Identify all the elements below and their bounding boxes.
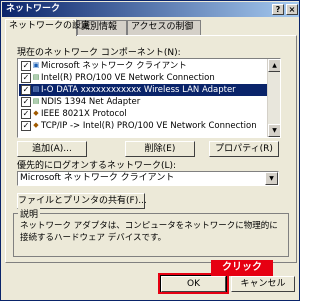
list-item[interactable]: ✓ ▤ Intel(R) PRO/100 VE Network Connecti…	[19, 72, 267, 84]
tab-network-settings[interactable]: ネットワークの設定	[5, 19, 90, 36]
scroll-up-icon[interactable]: ▲	[268, 59, 280, 72]
checkbox-icon[interactable]: ✓	[21, 109, 31, 119]
scroll-down-icon[interactable]: ▼	[268, 124, 280, 137]
tab-access-control[interactable]: アクセスの制御	[127, 20, 201, 35]
list-item-label: I-O DATA xxxxxxxxxxxx Wireless LAN Adapt…	[41, 85, 236, 95]
checkbox-icon[interactable]: ✓	[21, 61, 31, 71]
list-scrollbar[interactable]: ▲ ▼	[267, 59, 280, 137]
logon-select[interactable]: Microsoft ネットワーク クライアント ▼	[17, 171, 279, 186]
adapter-icon: ▤	[32, 97, 40, 105]
list-item[interactable]: ✓ ◆ IEEE 8021X Protocol	[19, 108, 267, 120]
checkbox-icon[interactable]: ✓	[21, 97, 31, 107]
adapter-icon: ▤	[32, 73, 40, 81]
click-callout: クリック	[211, 260, 273, 276]
list-item-label: Microsoft ネットワーク クライアント	[41, 61, 187, 71]
window-title: ネットワーク	[6, 4, 61, 14]
add-button[interactable]: 追加(A)...	[17, 141, 87, 157]
description-title: 説明	[18, 207, 41, 220]
chevron-down-icon[interactable]: ▼	[265, 172, 278, 185]
protocol-icon: ◆	[33, 109, 39, 117]
logon-label: 優先的にログオンするネットワーク(L):	[17, 161, 177, 171]
ok-highlight-frame	[158, 273, 229, 294]
close-button[interactable]: ×	[286, 4, 298, 15]
protocol-icon: ◆	[33, 121, 39, 129]
properties-button[interactable]: プロパティ(R)	[209, 141, 279, 157]
network-dialog: ネットワーク ? × ネットワークの設定 識別情報 アクセスの制御 現在のネット…	[0, 0, 300, 301]
list-item-label: NDIS 1394 Net Adapter	[41, 97, 141, 107]
components-label: 現在のネットワーク コンポーネント(N):	[17, 48, 181, 58]
list-item[interactable]: ✓ ▣ Microsoft ネットワーク クライアント	[19, 60, 267, 72]
list-item-label: TCP/IP -> Intel(R) PRO/100 VE Network Co…	[41, 121, 257, 131]
list-item-label: Intel(R) PRO/100 VE Network Connection	[41, 73, 215, 83]
help-button[interactable]: ?	[272, 4, 284, 15]
components-listbox[interactable]: ✓ ▣ Microsoft ネットワーク クライアント ✓ ▤ Intel(R)…	[17, 58, 281, 138]
cancel-button[interactable]: キャンセル	[231, 276, 295, 292]
list-item[interactable]: ✓ ◆ TCP/IP -> Intel(R) PRO/100 VE Networ…	[19, 120, 267, 132]
list-item[interactable]: ✓ ▤ NDIS 1394 Net Adapter	[19, 96, 267, 108]
description-group: 説明 ネットワーク アダプタは、コンピュータをネットワークに物理的に接続するハー…	[13, 207, 289, 257]
client-icon: ▣	[32, 61, 40, 69]
checkbox-icon[interactable]: ✓	[21, 121, 31, 131]
checkbox-icon[interactable]: ✓	[21, 85, 31, 95]
title-bar: ネットワーク ? ×	[2, 2, 299, 17]
description-text: ネットワーク アダプタは、コンピュータをネットワークに物理的に接続するハードウェ…	[20, 221, 278, 243]
adapter-icon: ▤	[32, 85, 40, 93]
list-item-label: IEEE 8021X Protocol	[41, 109, 127, 119]
logon-select-value: Microsoft ネットワーク クライアント	[20, 173, 175, 183]
list-item-selected[interactable]: ✓ ▤ I-O DATA xxxxxxxxxxxx Wireless LAN A…	[19, 84, 267, 96]
checkbox-icon[interactable]: ✓	[21, 73, 31, 83]
remove-button[interactable]: 削除(E)	[125, 141, 195, 157]
